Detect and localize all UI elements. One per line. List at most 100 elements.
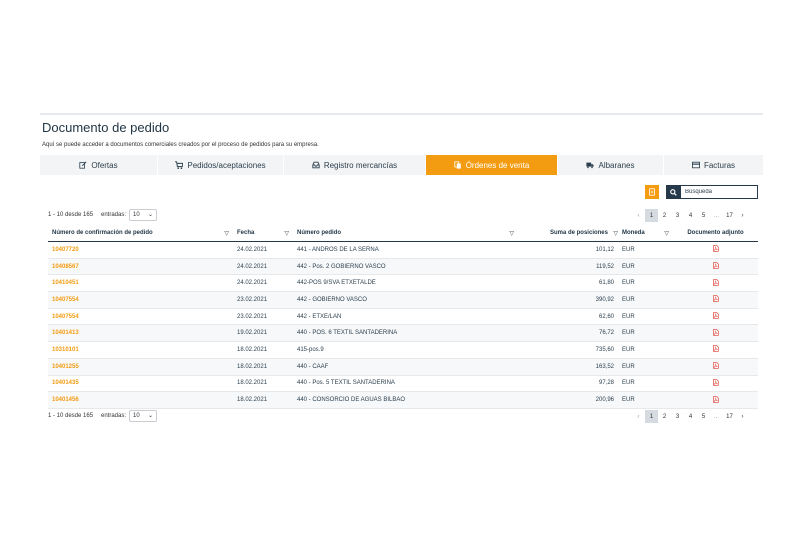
confirmation-number-link[interactable]: 10410451 (48, 274, 233, 293)
tab-ordenes-de-venta[interactable]: Órdenes de venta (426, 155, 558, 175)
entries-label: entradas: (101, 413, 127, 419)
confirmation-number-link[interactable]: 10407554 (48, 291, 233, 309)
page-button[interactable]: 2 (658, 209, 671, 222)
page-button[interactable]: 5 (697, 209, 710, 222)
pdf-icon[interactable] (712, 329, 719, 336)
tab-ofertas[interactable]: Ofertas (40, 155, 158, 175)
filter-icon[interactable]: ▽ (509, 230, 514, 237)
confirmation-number-link[interactable]: 10407554 (48, 308, 233, 326)
document-cell (673, 308, 758, 326)
page-button[interactable]: 17 (723, 209, 736, 222)
confirmation-number-link[interactable]: 10408567 (48, 258, 233, 276)
pdf-icon[interactable] (712, 379, 719, 386)
page-button[interactable]: 2 (658, 410, 671, 423)
document-cell (673, 291, 758, 309)
sum-cell: 200,96 (518, 391, 618, 409)
tab-facturas[interactable]: Facturas (664, 155, 763, 175)
confirmation-number-link[interactable]: 10401255 (48, 358, 233, 376)
tab-registro-mercancias[interactable]: Registro mercancías (284, 155, 426, 175)
date-cell: 18.02.2021 (233, 391, 293, 409)
confirmation-number-link[interactable]: 10401413 (48, 324, 233, 343)
confirmation-number-link[interactable]: 10401456 (48, 391, 233, 409)
pdf-icon[interactable] (712, 395, 719, 403)
filter-icon[interactable]: ▽ (224, 230, 229, 237)
page-button[interactable]: 1 (645, 209, 658, 222)
currency-cell: EUR (618, 341, 673, 359)
orders-table: Número de confirmación de pedido ▽ Fecha ▽… (48, 225, 758, 409)
table-row[interactable]: 10408567 24.02.2021 442 - Pos. 2 GOBIERNO … (48, 258, 758, 276)
currency-cell: EUR (618, 241, 673, 259)
truck-icon (586, 162, 595, 169)
order-number-cell: 440 - Pos. 5 TEXTIL SANTADERINA (293, 375, 518, 393)
pdf-icon[interactable] (712, 312, 719, 319)
header-label: Fecha (237, 230, 255, 236)
filter-icon[interactable]: ▽ (664, 230, 669, 237)
confirmation-number-link[interactable]: 10407720 (48, 241, 233, 259)
table-row[interactable]: 10407720 24.02.2021 441 - ANDROS DE LA SER… (48, 241, 758, 259)
export-button[interactable] (645, 185, 659, 199)
column-header-sum[interactable]: Suma de posiciones ▽ (518, 225, 618, 242)
order-documents-panel: Documento de pedido Aquí se puede accede… (40, 113, 763, 426)
entries-select[interactable]: 10 ⌄ (129, 410, 157, 422)
cart-icon (175, 161, 184, 169)
document-export-icon (649, 188, 655, 196)
document-cell (673, 391, 758, 409)
table-row[interactable]: 10401255 18.02.2021 440 - CAAF 163,52 EUR (48, 358, 758, 376)
order-number-cell: 441 - ANDROS DE LA SERNA (293, 241, 518, 259)
chevron-down-icon: ⌄ (147, 413, 153, 419)
confirmation-number-link[interactable]: 10310101 (48, 341, 233, 359)
search-button[interactable] (666, 185, 680, 199)
pdf-icon[interactable] (712, 245, 719, 252)
page-button[interactable]: 17 (723, 410, 736, 423)
table-row[interactable]: 10407554 23.02.2021 442 - GOBIERNO VASCO 39… (48, 291, 758, 309)
page-button[interactable]: 1 (645, 410, 658, 423)
column-header-currency[interactable]: Moneda ▽ (618, 225, 673, 242)
page-button[interactable]: 4 (684, 209, 697, 222)
sum-cell: 390,92 (518, 291, 618, 309)
confirmation-number-link[interactable]: 10401435 (48, 375, 233, 393)
document-cell (673, 375, 758, 393)
date-cell: 24.02.2021 (233, 274, 293, 293)
tab-albaranes[interactable]: Albaranes (558, 155, 664, 175)
table-row[interactable]: 10407554 23.02.2021 442 - ETXE/LAN 62,60 EUR (48, 308, 758, 326)
table-row[interactable]: 10401413 19.02.2021 440 - POS. 6 TEXTIL SA… (48, 324, 758, 343)
currency-cell: EUR (618, 375, 673, 393)
pdf-icon[interactable] (712, 295, 719, 303)
table-row[interactable]: 10401456 18.02.2021 440 - CONSORCIO DE AGU… (48, 391, 758, 409)
page-button[interactable]: 4 (684, 410, 697, 423)
sum-cell: 119,52 (518, 258, 618, 276)
pdf-icon[interactable] (712, 279, 719, 286)
date-cell: 19.02.2021 (233, 324, 293, 343)
column-header-number[interactable]: Número de confirmación de pedido ▽ (48, 225, 233, 242)
pdf-icon[interactable] (712, 362, 719, 369)
document-cell (673, 324, 758, 343)
page-button[interactable]: 3 (671, 410, 684, 423)
entries-select[interactable]: 10 ⌄ (129, 209, 157, 221)
pdf-icon[interactable] (712, 345, 719, 353)
date-cell: 23.02.2021 (233, 291, 293, 309)
column-header-date[interactable]: Fecha ▽ (233, 225, 293, 242)
column-header-order[interactable]: Número pedido ▽ (293, 225, 518, 242)
credit-card-icon (691, 161, 700, 169)
table-row[interactable]: 10401435 18.02.2021 440 - Pos. 5 TEXTIL SA… (48, 375, 758, 393)
header-label: Número de confirmación de pedido (52, 230, 153, 236)
search-input[interactable] (680, 185, 758, 199)
page-ellipsis: ... (713, 212, 719, 219)
tab-label: Pedidos/aceptaciones (187, 160, 266, 170)
table-row[interactable]: 10410451 24.02.2021 442-POS 9/SVA ETXETALD… (48, 274, 758, 293)
filter-icon[interactable]: ▽ (284, 230, 289, 237)
tab-pedidos[interactable]: Pedidos/aceptaciones (158, 155, 284, 175)
page-links: ‹ 1 2 3 4 5 ... 17 › (632, 410, 749, 423)
next-page-button[interactable]: › (736, 209, 749, 222)
header-label: Documento adjunto (687, 230, 744, 236)
next-page-button[interactable]: › (736, 410, 749, 423)
tab-label: Órdenes de venta (465, 160, 530, 170)
page-button[interactable]: 5 (697, 410, 710, 423)
prev-page-button[interactable]: ‹ (632, 410, 645, 423)
pdf-icon[interactable] (712, 262, 719, 269)
page-button[interactable]: 3 (671, 209, 684, 222)
prev-page-button[interactable]: ‹ (632, 209, 645, 222)
table-row[interactable]: 10310101 18.02.2021 415-pos.9 735,60 EUR (48, 341, 758, 359)
document-cell (673, 358, 758, 376)
document-cell (673, 341, 758, 359)
